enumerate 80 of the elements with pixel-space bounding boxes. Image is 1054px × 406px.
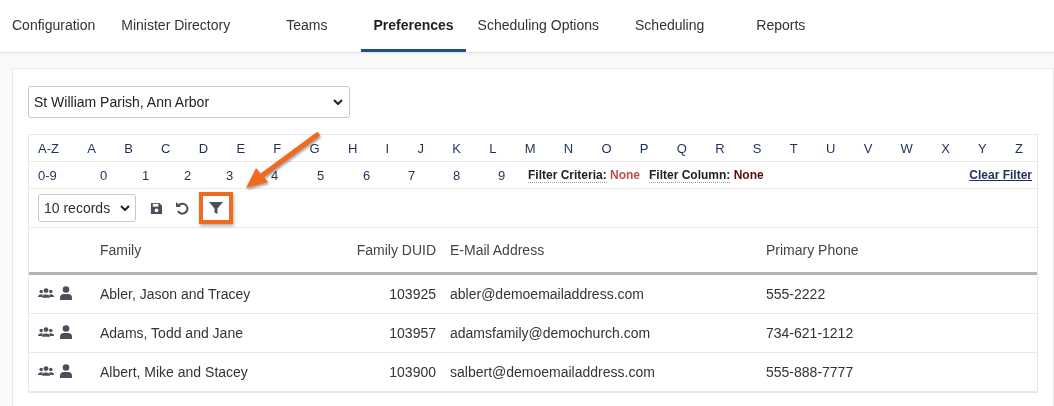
table-cell: 103957 [340,313,450,353]
clear-filter-link[interactable]: Clear Filter [969,168,1032,182]
nav-tab[interactable]: Preferences [361,0,466,52]
letter-filter-link[interactable]: U [826,140,836,156]
records-select[interactable]: 10 records [38,194,136,222]
letter-filter-link[interactable]: E [236,140,246,156]
letter-filter-link[interactable]: X [941,140,950,156]
chevron-icon [333,99,343,105]
table-cell: Abler, Jason and Tracey [100,273,340,314]
column-header: Family [100,228,340,274]
letter-filter-link[interactable]: J [417,140,424,156]
table-cell: 734-621-1212 [766,313,1037,353]
table-cell: abler@demoemailaddress.com [450,273,766,314]
table-cell: salbert@demoemailaddress.com [450,352,766,392]
filter-button[interactable] [199,192,233,224]
column-header: E-Mail Address [450,228,766,274]
filter-column-label: Filter Column: [649,168,731,183]
parish-select[interactable]: St William Parish, Ann Arbor [28,86,350,118]
column-header: Primary Phone [766,228,1037,274]
letter-filter-link[interactable]: A [87,140,96,156]
digit-filter-link[interactable]: 2 [184,167,192,183]
group-icon[interactable] [38,326,54,338]
letter-filter-link[interactable]: S [752,140,762,156]
letter-filter-link[interactable]: M [524,140,536,156]
letter-filter-link[interactable]: B [124,140,133,156]
letter-filter-link[interactable]: G [309,140,320,156]
digit-filter-link[interactable]: 9 [498,167,506,183]
nav-tab[interactable]: Minister Directory [107,0,257,52]
person-icon[interactable] [60,286,72,300]
letter-filter-link[interactable]: P [639,140,649,156]
digit-filter-link[interactable]: 5 [317,167,325,183]
nav-tab[interactable]: Configuration [0,0,108,52]
filter-icon [209,201,223,215]
letter-filter-link[interactable]: Q [676,140,687,156]
table-cell: 103925 [340,273,450,314]
letter-filter-link[interactable]: O [601,140,612,156]
letter-filter-link[interactable]: T [789,140,798,156]
nav-tab[interactable]: Teams [256,0,362,52]
letter-filter-link[interactable]: V [863,140,873,156]
table-cell: 103900 [340,352,450,392]
letter-filter-link[interactable]: A-Z [38,140,59,156]
filter-criteria-label: Filter Criteria: [528,168,607,183]
table-cell: Adams, Todd and Jane [100,313,340,353]
group-icon[interactable] [38,287,54,299]
digit-filter-link[interactable]: 6 [363,167,371,183]
group-icon[interactable] [38,365,54,377]
letter-filter-link[interactable]: F [273,140,282,156]
letter-filter-link[interactable]: Z [1015,140,1023,156]
letter-filter-link[interactable]: W [900,140,913,156]
table-cell: 555-2222 [766,273,1037,314]
letter-filter-link[interactable]: C [161,140,171,156]
column-header: Family DUID [340,228,450,274]
digit-filter-link[interactable]: 0-9 [38,167,57,183]
person-icon[interactable] [60,364,72,378]
chevron-icon [120,205,130,211]
nav-tab[interactable]: Scheduling [623,0,745,52]
letter-filter-link[interactable]: L [489,140,497,156]
digit-filter-link[interactable]: 4 [271,167,279,183]
digit-filter-link[interactable]: 3 [226,167,234,183]
digit-filter-link[interactable]: 8 [453,167,461,183]
filter-criteria-value: None [610,168,641,182]
letter-filter-link[interactable]: N [563,140,574,156]
letter-filter-link[interactable]: K [452,140,461,156]
letter-filter-link[interactable]: Y [978,140,987,156]
save-icon [149,201,163,215]
table-cell: Albert, Mike and Stacey [100,352,340,392]
letter-filter-link[interactable]: I [385,140,390,156]
nav-tab[interactable]: Scheduling Options [465,0,623,52]
letter-filter-link[interactable]: D [198,140,209,156]
table-cell: 555-888-7777 [766,352,1037,392]
letter-filter-link[interactable]: R [715,140,725,156]
table-cell: adamsfamily@demochurch.com [450,313,766,353]
undo-icon [175,201,189,215]
letter-filter-link[interactable]: H [347,140,358,156]
person-icon[interactable] [60,325,72,339]
digit-filter-link[interactable]: 1 [142,167,150,183]
digit-filter-link[interactable]: 0 [100,167,108,183]
filter-column-value: None [733,168,764,182]
nav-tab[interactable]: Reports [744,0,818,52]
digit-filter-link[interactable]: 7 [408,167,416,183]
